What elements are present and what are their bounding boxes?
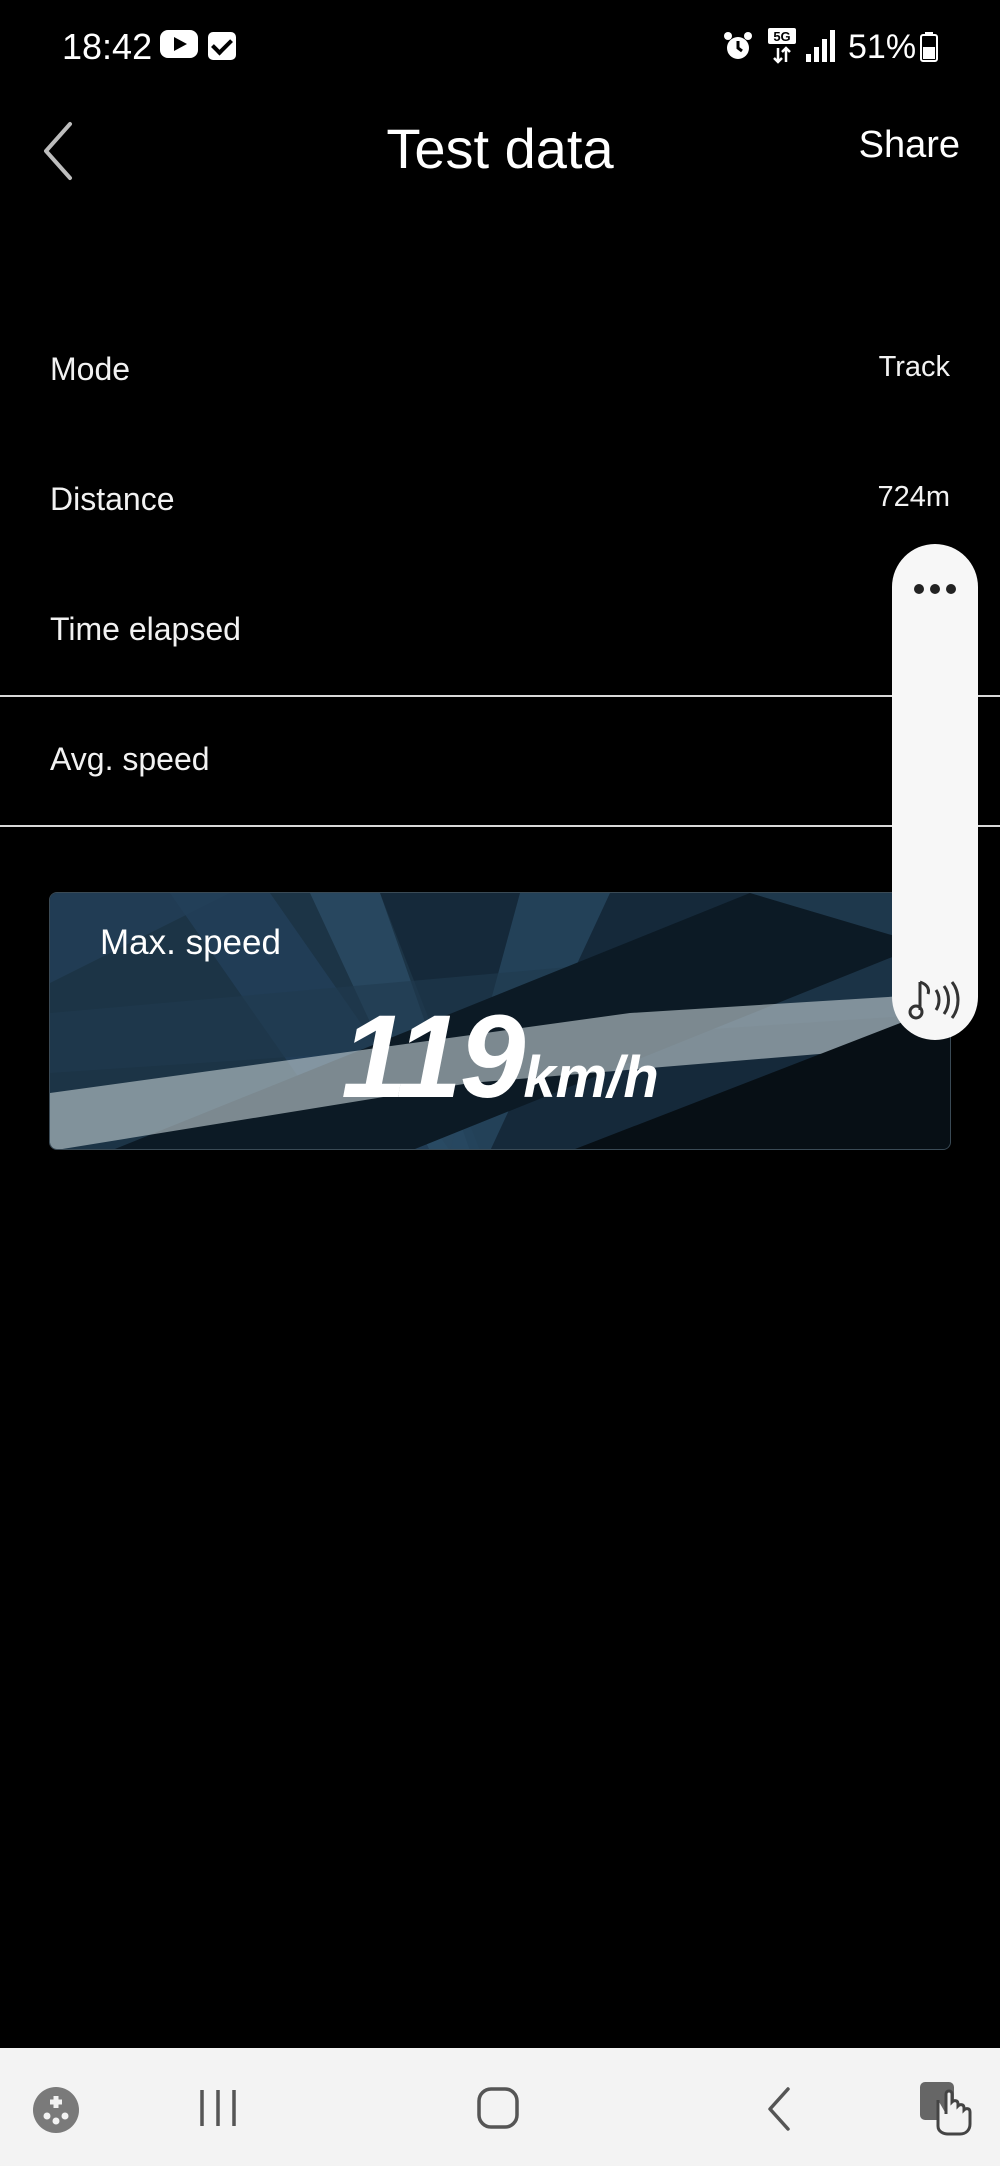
row-value: 724m: [877, 481, 950, 513]
status-bar: 18:42 5G 51%: [0, 0, 1000, 96]
data-row-mode: Mode Track: [0, 307, 1000, 437]
touch-protection-icon[interactable]: [918, 2080, 974, 2136]
youtube-icon: [160, 30, 198, 58]
game-launcher-icon[interactable]: [32, 2086, 80, 2134]
max-speed-unit: km/h: [523, 1045, 659, 1110]
data-row-avg-speed: Avg. speed 33k: [0, 697, 1000, 827]
row-label: Time elapsed: [50, 611, 241, 647]
system-nav-bar: [0, 2048, 1000, 2166]
max-speed-card: Max. speed 119km/h: [49, 892, 951, 1150]
back-icon[interactable]: [764, 2086, 794, 2132]
svg-text:5G: 5G: [773, 29, 790, 44]
row-label: Distance: [50, 481, 175, 517]
battery-percent: 51%: [848, 28, 917, 66]
row-label: Avg. speed: [50, 741, 210, 777]
share-button[interactable]: Share: [859, 124, 960, 167]
test-data-list: Mode Track Distance 724m Time elapsed 1 …: [0, 307, 1000, 827]
max-speed-value: 119: [341, 991, 525, 1123]
alarm-icon: [724, 32, 752, 59]
max-speed-readout: 119km/h: [50, 989, 950, 1125]
signal-icon: [806, 30, 835, 62]
max-speed-label: Max. speed: [100, 923, 281, 962]
floating-side-panel[interactable]: [892, 544, 978, 1040]
row-label: Mode: [50, 351, 131, 387]
header: Test data Share: [0, 96, 1000, 216]
more-icon[interactable]: [912, 582, 958, 596]
sound-assistant-icon[interactable]: [906, 976, 964, 1022]
5g-icon: 5G: [768, 28, 796, 64]
recents-icon[interactable]: [198, 2088, 238, 2128]
row-value: Track: [878, 351, 950, 383]
home-icon[interactable]: [476, 2086, 520, 2130]
data-row-distance: Distance 724m: [0, 437, 1000, 567]
status-time: 18:42: [62, 26, 153, 67]
data-row-time-elapsed: Time elapsed 1: [0, 567, 1000, 697]
page-title: Test data: [386, 117, 614, 180]
check-icon: [208, 32, 236, 60]
battery-icon: [920, 32, 938, 62]
